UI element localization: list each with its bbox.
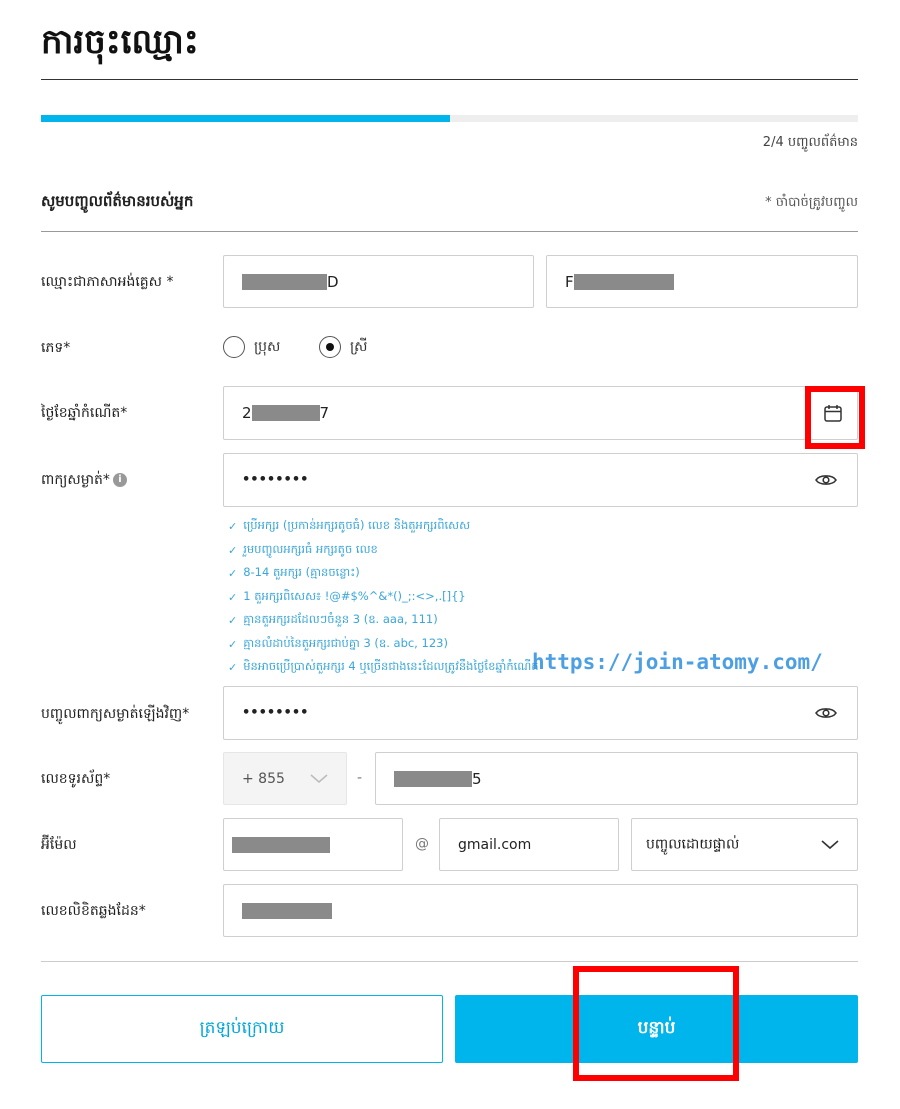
redacted-mask (242, 902, 332, 919)
password-input[interactable]: •••••••• (223, 453, 858, 507)
password-rule: ✓ គ្មានតួអក្សរដដែលៗចំនួន 3 (ឧ. aaa, 111) (228, 612, 438, 628)
highlight-box-next (573, 966, 739, 1081)
check-icon: ✓ (228, 543, 238, 557)
highlight-box-calendar (805, 386, 865, 449)
password-rule: ✓ ប្រើអក្សរ (ប្រកាន់អក្សរតូចធំ) លេខ និងតួ… (228, 518, 471, 534)
email-user-input[interactable] (223, 818, 403, 871)
password-confirm-input[interactable]: •••••••• (223, 686, 858, 740)
check-icon: ✓ (228, 590, 238, 604)
redacted-mask (573, 273, 674, 290)
country-code-select[interactable]: + 855 (223, 752, 347, 805)
password-rule: ✓ មិនអាចប្រើប្រាស់តួអក្សរ 4 ឬច្រើនជាងនេះដ… (228, 659, 539, 675)
bottom-divider (41, 961, 858, 962)
redacted-mask (251, 405, 320, 421)
dob-input[interactable]: 27 (223, 386, 858, 440)
check-icon: ✓ (228, 661, 238, 675)
email-at: @ (415, 836, 429, 852)
chevron-down-icon (821, 839, 839, 850)
passport-input[interactable] (223, 884, 858, 937)
first-name-input[interactable]: D (223, 255, 534, 308)
progress-fill (41, 115, 450, 122)
password-confirm-label: បញ្ចូលពាក្យសម្ងាត់ឡើងវិញ* (41, 706, 190, 722)
back-button[interactable]: ត្រឡប់ក្រោយ (41, 995, 443, 1063)
check-icon: ✓ (228, 614, 238, 628)
gender-female-radio[interactable]: ស្រី (319, 336, 368, 358)
step-indicator: 2/4 បញ្ចូលព័ត៌មាន (762, 135, 858, 150)
page-title: ការចុះឈ្មោះ (41, 22, 199, 62)
eye-icon[interactable] (815, 472, 837, 488)
check-icon: ✓ (228, 637, 238, 651)
password-label: ពាក្យសម្ងាត់* i (41, 470, 127, 491)
progress-bar (41, 115, 858, 122)
name-label: ឈ្មោះជាភាសាអង់គ្លេស * (41, 274, 174, 290)
check-icon: ✓ (228, 567, 238, 581)
password-rule: ✓ រួមបញ្ចូលអក្សរធំ អក្សរតូច លេខ (228, 541, 378, 557)
phone-label: លេខទូរស័ព្ទ* (41, 771, 111, 787)
last-name-input[interactable]: F (546, 255, 858, 308)
redacted-mask (394, 770, 472, 787)
email-label: អ៊ីម៉ែល (41, 837, 77, 853)
passport-label: លេខលិខិតឆ្លងដែន* (41, 903, 146, 919)
eye-icon[interactable] (815, 705, 837, 721)
check-icon: ✓ (228, 520, 238, 534)
phone-separator: - (357, 770, 363, 786)
phone-number-input[interactable]: 5 (375, 752, 858, 805)
chevron-down-icon (310, 773, 328, 784)
radio-circle (223, 336, 245, 358)
dob-label: ថ្ងៃខែឆ្នាំកំណើត* (41, 405, 128, 421)
gender-label: ភេទ* (41, 340, 71, 356)
redacted-mask (242, 273, 327, 290)
radio-circle-selected (319, 336, 341, 358)
required-note: * ចាំបាច់ត្រូវបញ្ចូល (765, 195, 858, 210)
watermark: https://join-atomy.com/ (532, 650, 823, 674)
password-rules: ✓ ប្រើអក្សរ (ប្រកាន់អក្សរតូចធំ) លេខ និងតួ… (228, 515, 539, 680)
password-rule: ✓ គ្មានលំដាប់នៃតួអក្សរជាប់គ្នា 3 (ឧ. abc,… (228, 635, 448, 651)
password-rule: ✓ 1 តួអក្សរពិសេស៖ !@#$%^&*()_;:<>,.[]{} (228, 588, 466, 604)
email-domain-select[interactable]: បញ្ចូលដោយផ្ទាល់ (631, 818, 858, 871)
email-domain-input[interactable]: gmail.com (439, 818, 619, 871)
info-icon[interactable]: i (112, 473, 127, 487)
redacted-mask (232, 836, 330, 853)
title-divider (41, 79, 858, 80)
section-title: សូមបញ្ចូលព័ត៌មានរបស់អ្នក (41, 192, 194, 210)
section-divider (41, 231, 858, 232)
gender-male-radio[interactable]: ប្រុស (223, 336, 280, 358)
password-rule: ✓ 8-14 តួអក្សរ (គ្មានចន្លោះ) (228, 565, 360, 581)
